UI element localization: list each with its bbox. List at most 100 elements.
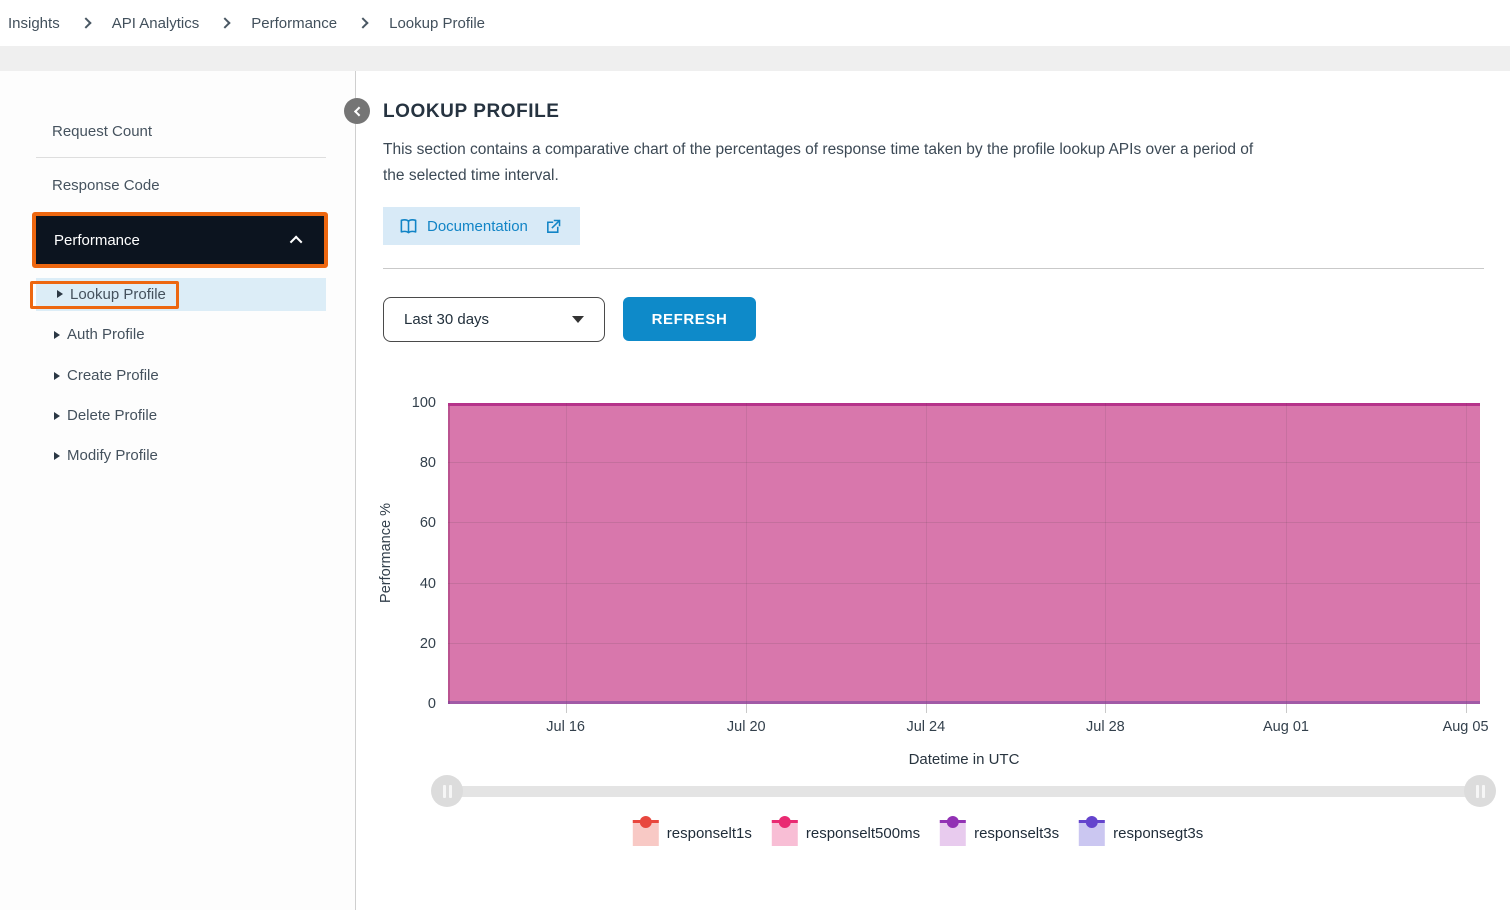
chevron-up-icon <box>290 235 303 248</box>
documentation-button[interactable]: Documentation <box>383 207 580 245</box>
sidebar-subitem-label: Modify Profile <box>67 447 158 464</box>
sidebar-subitem-modify-profile[interactable]: Modify Profile <box>0 439 356 472</box>
y-tick-label: 40 <box>420 576 436 592</box>
sidebar-subitem-label: Lookup Profile <box>70 286 166 303</box>
page-title: LOOKUP PROFILE <box>383 101 560 123</box>
breadcrumb-item-api-analytics[interactable]: API Analytics <box>112 15 200 32</box>
legend-label: responselt1s <box>667 825 752 842</box>
triangle-right-icon <box>54 331 60 339</box>
gridline-vertical <box>566 403 567 704</box>
triangle-right-icon <box>57 290 63 298</box>
pause-bars-icon <box>443 785 446 798</box>
x-tick-label: Jul 16 <box>546 719 585 735</box>
triangle-right-icon <box>54 372 60 380</box>
y-tick-label: 60 <box>420 515 436 531</box>
x-tick-label: Aug 05 <box>1443 719 1489 735</box>
sidebar: Request Count Response Code Performance … <box>0 71 356 910</box>
sidebar-subitem-label: Auth Profile <box>67 326 145 343</box>
documentation-label: Documentation <box>427 218 528 235</box>
gridline-horizontal <box>448 522 1480 523</box>
gridline-vertical <box>926 403 927 704</box>
plot-area[interactable] <box>448 403 1480 704</box>
y-tick-label: 0 <box>428 696 436 712</box>
x-tick-mark <box>746 704 747 713</box>
app-window: Insights API Analytics Performance Looku… <box>0 0 1510 910</box>
caret-down-icon <box>572 316 584 323</box>
gridline-horizontal <box>448 583 1480 584</box>
legend-swatch <box>772 820 798 846</box>
legend-label: responselt500ms <box>806 825 920 842</box>
sidebar-subitem-label: Create Profile <box>67 367 159 384</box>
gridline-horizontal <box>448 643 1480 644</box>
breadcrumb-item-performance[interactable]: Performance <box>251 15 337 32</box>
chart-legend: responselt1s responselt500ms responselt3s r… <box>633 820 1203 846</box>
breadcrumb-item-lookup-profile: Lookup Profile <box>389 15 485 32</box>
time-range-value: Last 30 days <box>404 311 489 328</box>
x-tick-mark <box>926 704 927 713</box>
y-tick-label: 80 <box>420 455 436 471</box>
annotation-box: Lookup Profile <box>30 281 179 309</box>
time-range-dropdown[interactable]: Last 30 days <box>383 297 605 342</box>
legend-label: responsegt3s <box>1113 825 1203 842</box>
x-axis: Jul 16Jul 20Jul 24Jul 28Aug 01Aug 05 <box>448 704 1480 748</box>
legend-item[interactable]: responselt1s <box>633 820 752 846</box>
x-tick-label: Jul 20 <box>727 719 766 735</box>
legend-swatch <box>940 820 966 846</box>
header-divider-strip <box>0 46 1510 71</box>
x-tick-label: Aug 01 <box>1263 719 1309 735</box>
sidebar-divider <box>36 157 326 158</box>
chevron-right-icon <box>80 17 91 28</box>
pause-bars-icon <box>1476 785 1479 798</box>
section-divider <box>383 268 1484 269</box>
triangle-right-icon <box>54 452 60 460</box>
gridline-vertical <box>1286 403 1287 704</box>
open-in-new-icon <box>545 218 562 235</box>
page-description: This section contains a comparative char… <box>383 137 1263 189</box>
legend-dot-icon <box>947 816 959 828</box>
legend-swatch <box>1079 820 1105 846</box>
x-tick-mark <box>1105 704 1106 713</box>
back-button[interactable] <box>344 98 370 124</box>
x-tick-label: Jul 24 <box>906 719 945 735</box>
legend-swatch <box>633 820 659 846</box>
y-tick-label: 20 <box>420 636 436 652</box>
x-tick-mark <box>1286 704 1287 713</box>
range-slider-handle-right[interactable] <box>1464 775 1496 807</box>
legend-label: responselt3s <box>974 825 1059 842</box>
gridline-vertical <box>1105 403 1106 704</box>
sidebar-subitem-label: Delete Profile <box>67 407 157 424</box>
sidebar-subitem-delete-profile[interactable]: Delete Profile <box>0 399 356 432</box>
legend-dot-icon <box>779 816 791 828</box>
pause-bars-icon <box>449 785 452 798</box>
x-tick-mark <box>1466 704 1467 713</box>
sidebar-item-label: Performance <box>54 232 140 249</box>
gridline-vertical <box>746 403 747 704</box>
refresh-button[interactable]: REFRESH <box>623 297 756 341</box>
sidebar-subitem-auth-profile[interactable]: Auth Profile <box>0 318 356 351</box>
triangle-right-icon <box>54 412 60 420</box>
sidebar-item-response-code[interactable]: Response Code <box>52 177 160 194</box>
breadcrumb: Insights API Analytics Performance Looku… <box>0 0 1510 46</box>
sidebar-subitem-create-profile[interactable]: Create Profile <box>0 359 356 392</box>
sidebar-item-performance[interactable]: Performance <box>32 212 328 268</box>
x-tick-mark <box>566 704 567 713</box>
range-slider-handle-left[interactable] <box>431 775 463 807</box>
y-tick-label: 100 <box>412 395 436 411</box>
area-series <box>448 403 1480 704</box>
legend-item[interactable]: responselt500ms <box>772 820 920 846</box>
gridline-horizontal <box>448 462 1480 463</box>
pause-bars-icon <box>1482 785 1485 798</box>
chevron-right-icon <box>357 17 368 28</box>
x-tick-label: Jul 28 <box>1086 719 1125 735</box>
y-axis: 020406080100 <box>380 403 436 704</box>
sidebar-item-request-count[interactable]: Request Count <box>52 123 152 140</box>
legend-item[interactable]: responselt3s <box>940 820 1059 846</box>
legend-dot-icon <box>1086 816 1098 828</box>
x-axis-title: Datetime in UTC <box>909 751 1020 768</box>
sidebar-subitem-lookup-profile[interactable]: Lookup Profile <box>36 278 326 311</box>
gridline-vertical <box>1466 403 1467 704</box>
breadcrumb-item-insights[interactable]: Insights <box>8 15 60 32</box>
range-slider-track[interactable] <box>447 786 1481 797</box>
chevron-left-icon <box>353 106 363 116</box>
legend-item[interactable]: responsegt3s <box>1079 820 1203 846</box>
